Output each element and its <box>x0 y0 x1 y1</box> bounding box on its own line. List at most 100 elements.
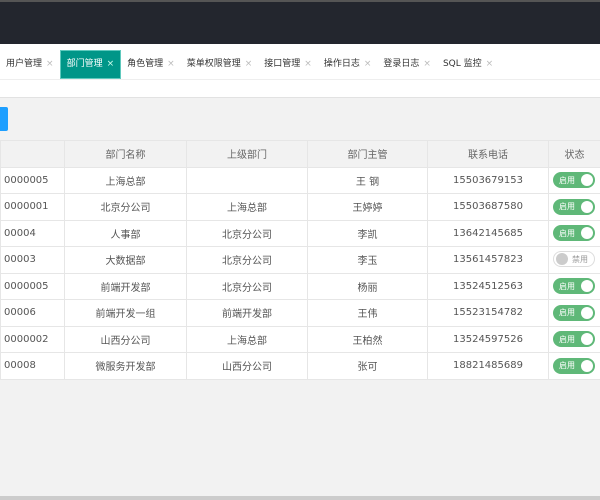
column-header: 状态 <box>548 140 600 168</box>
close-icon[interactable]: × <box>107 50 115 79</box>
tab-1[interactable]: 部门管理 × <box>59 50 122 79</box>
status-label: 启用 <box>559 308 575 318</box>
dept-head: 李凯 <box>307 219 428 247</box>
dept-id: 0000002 <box>0 325 65 353</box>
tab-6[interactable]: 登录日志 × <box>377 50 437 79</box>
status-cell: 启用 <box>548 299 600 327</box>
dept-head: 杨丽 <box>307 272 428 300</box>
tab-0[interactable]: 用户管理 × <box>0 50 60 79</box>
dept-id: 0000005 <box>0 166 65 194</box>
table-row: 0000005 上海总部 王 钢 15503679153 启用 <box>0 166 600 194</box>
tab-label: 用户管理 <box>6 59 43 69</box>
dept-id: 00003 <box>0 246 65 274</box>
tab-label: 操作日志 <box>323 59 360 69</box>
status-toggle[interactable]: 启用 <box>553 304 595 321</box>
status-label: 启用 <box>559 175 575 185</box>
column-header: 部门主管 <box>307 140 428 168</box>
phone: 13642145685 <box>427 219 549 247</box>
parent-dept: 上海总部 <box>186 193 308 221</box>
header-row: 部门名称 上级部门 部门主管 联系电话 状态 <box>0 140 600 168</box>
tab-label: 接口管理 <box>264 59 301 69</box>
phone: 15503687580 <box>427 193 549 221</box>
status-label: 启用 <box>559 281 575 291</box>
status-cell: 启用 <box>548 166 600 194</box>
tab-5[interactable]: 操作日志 × <box>318 50 378 79</box>
status-cell: 启用 <box>548 325 600 353</box>
status-label: 启用 <box>559 334 575 344</box>
toggle-knob <box>581 306 593 319</box>
close-icon[interactable]: × <box>304 50 312 79</box>
bottom-border <box>0 496 600 500</box>
tab-7[interactable]: SQL 监控 × <box>437 50 499 79</box>
table-row: 0000005 前端开发部 北京分公司 杨丽 13524512563 启用 <box>0 272 600 300</box>
table-row: 00004 人事部 北京分公司 李凯 13642145685 启用 <box>0 219 600 247</box>
add-button[interactable] <box>0 107 8 131</box>
toggle-knob <box>556 253 568 266</box>
toggle-knob <box>581 200 593 213</box>
parent-dept: 山西分公司 <box>186 352 308 380</box>
dept-head: 王婷婷 <box>307 193 428 221</box>
dept-head: 张可 <box>307 352 428 380</box>
status-cell: 启用 <box>548 193 600 221</box>
table-row: 0000002 山西分公司 上海总部 王柏然 13524597526 启用 <box>0 325 600 353</box>
dept-head: 王伟 <box>307 299 428 327</box>
status-toggle[interactable]: 启用 <box>553 278 595 295</box>
close-icon[interactable]: × <box>46 50 54 79</box>
dept-name: 山西分公司 <box>64 325 187 353</box>
status-label: 启用 <box>559 228 575 238</box>
tab-label: 角色管理 <box>127 59 164 69</box>
toggle-knob <box>581 359 593 372</box>
close-icon[interactable]: × <box>423 50 431 79</box>
dept-name: 前端开发部 <box>64 272 187 300</box>
tab-3[interactable]: 菜单权限管理 × <box>181 50 259 79</box>
status-label: 启用 <box>559 202 575 212</box>
tab-2[interactable]: 角色管理 × <box>121 50 181 79</box>
dept-id: 00006 <box>0 299 65 327</box>
status-toggle[interactable]: 启用 <box>553 172 595 189</box>
table-row: 00008 微服务开发部 山西分公司 张可 18821485689 启用 <box>0 352 600 380</box>
dept-head: 王柏然 <box>307 325 428 353</box>
status-toggle[interactable]: 禁用 <box>553 251 595 268</box>
status-toggle[interactable]: 启用 <box>553 357 595 374</box>
department-table: 部门名称 上级部门 部门主管 联系电话 状态 0000005 上海总部 王 钢 1550… <box>0 140 600 380</box>
close-icon[interactable]: × <box>486 50 494 79</box>
dept-name: 微服务开发部 <box>64 352 187 380</box>
tab-4[interactable]: 接口管理 × <box>258 50 318 79</box>
parent-dept: 北京分公司 <box>186 272 308 300</box>
dept-name: 上海总部 <box>64 166 187 194</box>
status-toggle[interactable]: 启用 <box>553 225 595 242</box>
dept-id: 00008 <box>0 352 65 380</box>
dept-name: 前端开发一组 <box>64 299 187 327</box>
status-toggle[interactable]: 启用 <box>553 198 595 215</box>
phone: 13561457823 <box>427 246 549 274</box>
dept-id: 0000005 <box>0 272 65 300</box>
status-cell: 启用 <box>548 219 600 247</box>
dept-head: 李玉 <box>307 246 428 274</box>
phone: 18821485689 <box>427 352 549 380</box>
status-cell: 启用 <box>548 272 600 300</box>
toggle-knob <box>581 227 593 240</box>
toggle-knob <box>581 174 593 187</box>
parent-dept: 北京分公司 <box>186 219 308 247</box>
status-label: 禁用 <box>572 254 588 264</box>
phone: 13524597526 <box>427 325 549 353</box>
toggle-knob <box>581 333 593 346</box>
tab-row: 用户管理 × 部门管理 × 角色管理 × 菜单权限管理 × 接口管理 × 操作日志 × 登录日志 × SQL… <box>0 50 600 80</box>
status-label: 启用 <box>559 361 575 371</box>
toggle-knob <box>581 280 593 293</box>
dept-id: 0000001 <box>0 193 65 221</box>
tab-label: 菜单权限管理 <box>186 59 241 69</box>
parent-dept: 北京分公司 <box>186 246 308 274</box>
close-icon[interactable]: × <box>245 50 253 79</box>
dept-name: 人事部 <box>64 219 187 247</box>
tab-label: 部门管理 <box>66 59 103 69</box>
column-header: 部门名称 <box>64 140 187 168</box>
close-icon[interactable]: × <box>364 50 372 79</box>
column-header <box>0 140 65 168</box>
status-toggle[interactable]: 启用 <box>553 331 595 348</box>
dept-id: 00004 <box>0 219 65 247</box>
table-row: 00006 前端开发一组 前端开发部 王伟 15523154782 启用 <box>0 299 600 327</box>
close-icon[interactable]: × <box>167 50 175 79</box>
phone: 13524512563 <box>427 272 549 300</box>
phone: 15523154782 <box>427 299 549 327</box>
